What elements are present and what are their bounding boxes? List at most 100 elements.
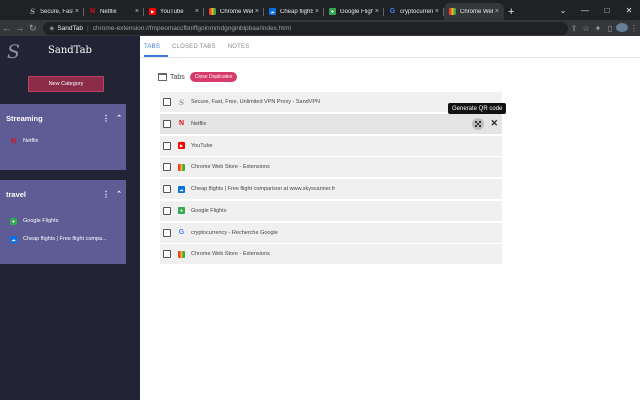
chevron-up-icon[interactable]: ⌃ — [112, 190, 126, 198]
back-arrow-icon[interactable]: ← — [0, 23, 13, 33]
tab-search-icon[interactable]: ⌄ — [552, 6, 574, 15]
browser-tab-title: Chrome Web — [220, 8, 253, 15]
category-header[interactable]: Streaming ⋮ ⌃ — [0, 104, 126, 132]
category-item[interactable]: N Netflix — [0, 132, 126, 150]
browser-tab[interactable]: ▶ YouTube × — [144, 3, 204, 20]
tab-title: Cheap flights | Free flight comparison a… — [191, 186, 336, 192]
row-checkbox[interactable] — [163, 185, 171, 193]
tab-title: Netflix — [191, 120, 207, 127]
netflix-favicon: N — [89, 8, 96, 15]
tab-row[interactable]: Chrome Web Store - Extensions — [160, 244, 502, 265]
tab-row[interactable]: Chrome Web Store - Extensions — [160, 157, 502, 178]
close-icon[interactable]: × — [135, 8, 139, 15]
tabs-section-header: Tabs Close Duplicates — [158, 72, 238, 82]
close-icon[interactable]: × — [435, 8, 439, 15]
netflix-icon: N — [10, 137, 17, 145]
tab-row[interactable]: ☁ Cheap flights | Free flight comparison… — [160, 179, 502, 199]
browser-tab-title: cryptocurrency — [400, 8, 433, 15]
address-bar[interactable]: ◈ SandTab | chrome-extension://fmpeomacc… — [43, 21, 568, 35]
category-header[interactable]: travel ⋮ ⌃ — [0, 180, 126, 208]
row-checkbox[interactable] — [163, 98, 171, 106]
tab-notes[interactable]: NOTES — [228, 44, 258, 57]
window-controls: ⌄ — □ ✕ — [552, 0, 640, 20]
browser-tab[interactable]: ☁ Cheap flights |× — [264, 3, 324, 20]
more-options-icon[interactable]: ⋮ — [100, 190, 112, 199]
category-item[interactable]: ✈ Google Flights — [0, 212, 126, 230]
reload-icon[interactable]: ↻ — [26, 23, 39, 34]
row-checkbox[interactable] — [163, 206, 171, 215]
row-checkbox[interactable] — [163, 228, 171, 237]
chrome-web-store-icon — [178, 250, 185, 258]
tab-title: YouTube — [191, 142, 213, 149]
window-icon — [158, 73, 167, 81]
youtube-icon: ▶ — [178, 142, 185, 149]
qr-code-tooltip: Generate QR code — [448, 103, 507, 114]
close-icon[interactable]: × — [495, 8, 499, 15]
new-tab-button[interactable]: + — [504, 3, 518, 20]
tab-row[interactable]: G cryptocurrency - Recherche Google — [160, 222, 502, 243]
row-checkbox[interactable] — [163, 163, 171, 172]
extensions-puzzle-icon[interactable]: ✦ — [592, 24, 604, 33]
youtube-favicon: ▶ — [149, 8, 156, 15]
browser-tab[interactable]: S Secure, Fast, Free× — [24, 3, 84, 20]
minimize-icon[interactable]: — — [574, 6, 596, 15]
toolbar-actions: ⇪ ☆ ✦ ▯ ⋮ — [568, 22, 640, 34]
maximize-icon[interactable]: □ — [596, 6, 618, 15]
category-travel: travel ⋮ ⌃ ✈ Google Flights ☁ Cheap flig… — [0, 180, 126, 264]
tab-row[interactable]: ✈ Google Flights — [160, 200, 502, 221]
browser-tab-title: YouTube — [160, 8, 184, 15]
browser-tab[interactable]: ✈ Google Flights× — [324, 3, 384, 20]
netflix-icon: N — [178, 120, 185, 128]
chrome-web-store-favicon — [209, 8, 216, 15]
google-flights-icon: ✈ — [178, 207, 185, 215]
close-duplicates-button[interactable]: Close Duplicates — [189, 72, 238, 82]
more-options-icon[interactable]: ⋮ — [100, 114, 112, 123]
qr-code-button[interactable] — [472, 117, 485, 130]
google-icon: G — [178, 229, 185, 236]
category-streaming: Streaming ⋮ ⌃ N Netflix — [0, 104, 126, 170]
row-checkbox[interactable] — [163, 119, 171, 128]
close-icon[interactable]: × — [75, 8, 79, 15]
star-icon[interactable]: ☆ — [580, 24, 592, 33]
close-window-icon[interactable]: ✕ — [618, 6, 640, 15]
close-icon[interactable]: × — [375, 8, 379, 15]
section-title: Tabs — [170, 73, 185, 81]
chrome-web-store-favicon — [449, 8, 456, 15]
row-checkbox[interactable] — [163, 250, 171, 259]
category-name: travel — [6, 189, 27, 199]
row-checkbox[interactable] — [163, 141, 171, 150]
skyscanner-icon: ☁ — [10, 235, 17, 243]
close-icon[interactable]: × — [315, 8, 319, 15]
share-icon[interactable]: ⇪ — [568, 24, 580, 33]
close-icon[interactable]: × — [195, 8, 199, 15]
skyscanner-icon: ☁ — [178, 185, 185, 193]
chrome-web-store-icon — [178, 163, 185, 171]
chevron-up-icon[interactable]: ⌃ — [112, 114, 126, 122]
close-icon[interactable]: × — [255, 8, 259, 15]
profile-avatar[interactable] — [616, 22, 628, 34]
tab-title: Chrome Web Store - Extensions — [191, 251, 270, 258]
qr-code-icon — [475, 120, 482, 127]
google-flights-favicon: ✈ — [329, 8, 336, 15]
browser-tab-active[interactable]: Chrome Web × — [444, 3, 504, 20]
skyscanner-favicon: ☁ — [269, 8, 276, 15]
browser-tab-title: Netflix — [100, 8, 117, 15]
menu-icon[interactable]: ⋮ — [628, 24, 640, 33]
tab-title: Google Flights — [191, 207, 227, 214]
tab-tabs[interactable]: TABS — [144, 44, 169, 57]
browser-tab-strip: SSecure, Fast, Free× N Netflix × ▶ YouTube ×… — [0, 0, 640, 20]
forward-arrow-icon[interactable]: → — [13, 23, 26, 33]
browser-tab[interactable]: N Netflix × — [84, 3, 144, 20]
tab-row[interactable]: N Netflix ✕ — [160, 113, 502, 134]
url-text: chrome-extension://fmpeomaccfbnlffgoinmm… — [92, 24, 291, 32]
category-item[interactable]: ☁ Cheap flights | Free flight compa... — [0, 230, 126, 248]
browser-tab[interactable]: Gcryptocurrency× — [384, 3, 444, 20]
tab-closed-tabs[interactable]: CLOSED TABS — [172, 44, 224, 57]
close-tab-icon[interactable]: ✕ — [490, 118, 498, 129]
google-favicon: G — [389, 8, 396, 15]
new-category-button[interactable]: New Category — [28, 76, 104, 92]
browser-tab[interactable]: Chrome Web × — [204, 3, 264, 20]
side-panel-icon[interactable]: ▯ — [604, 24, 616, 33]
tab-title: Secure, Fast, Free, Unlimited VPN Proxy … — [191, 99, 320, 105]
tab-row[interactable]: ▶ YouTube — [160, 135, 502, 156]
